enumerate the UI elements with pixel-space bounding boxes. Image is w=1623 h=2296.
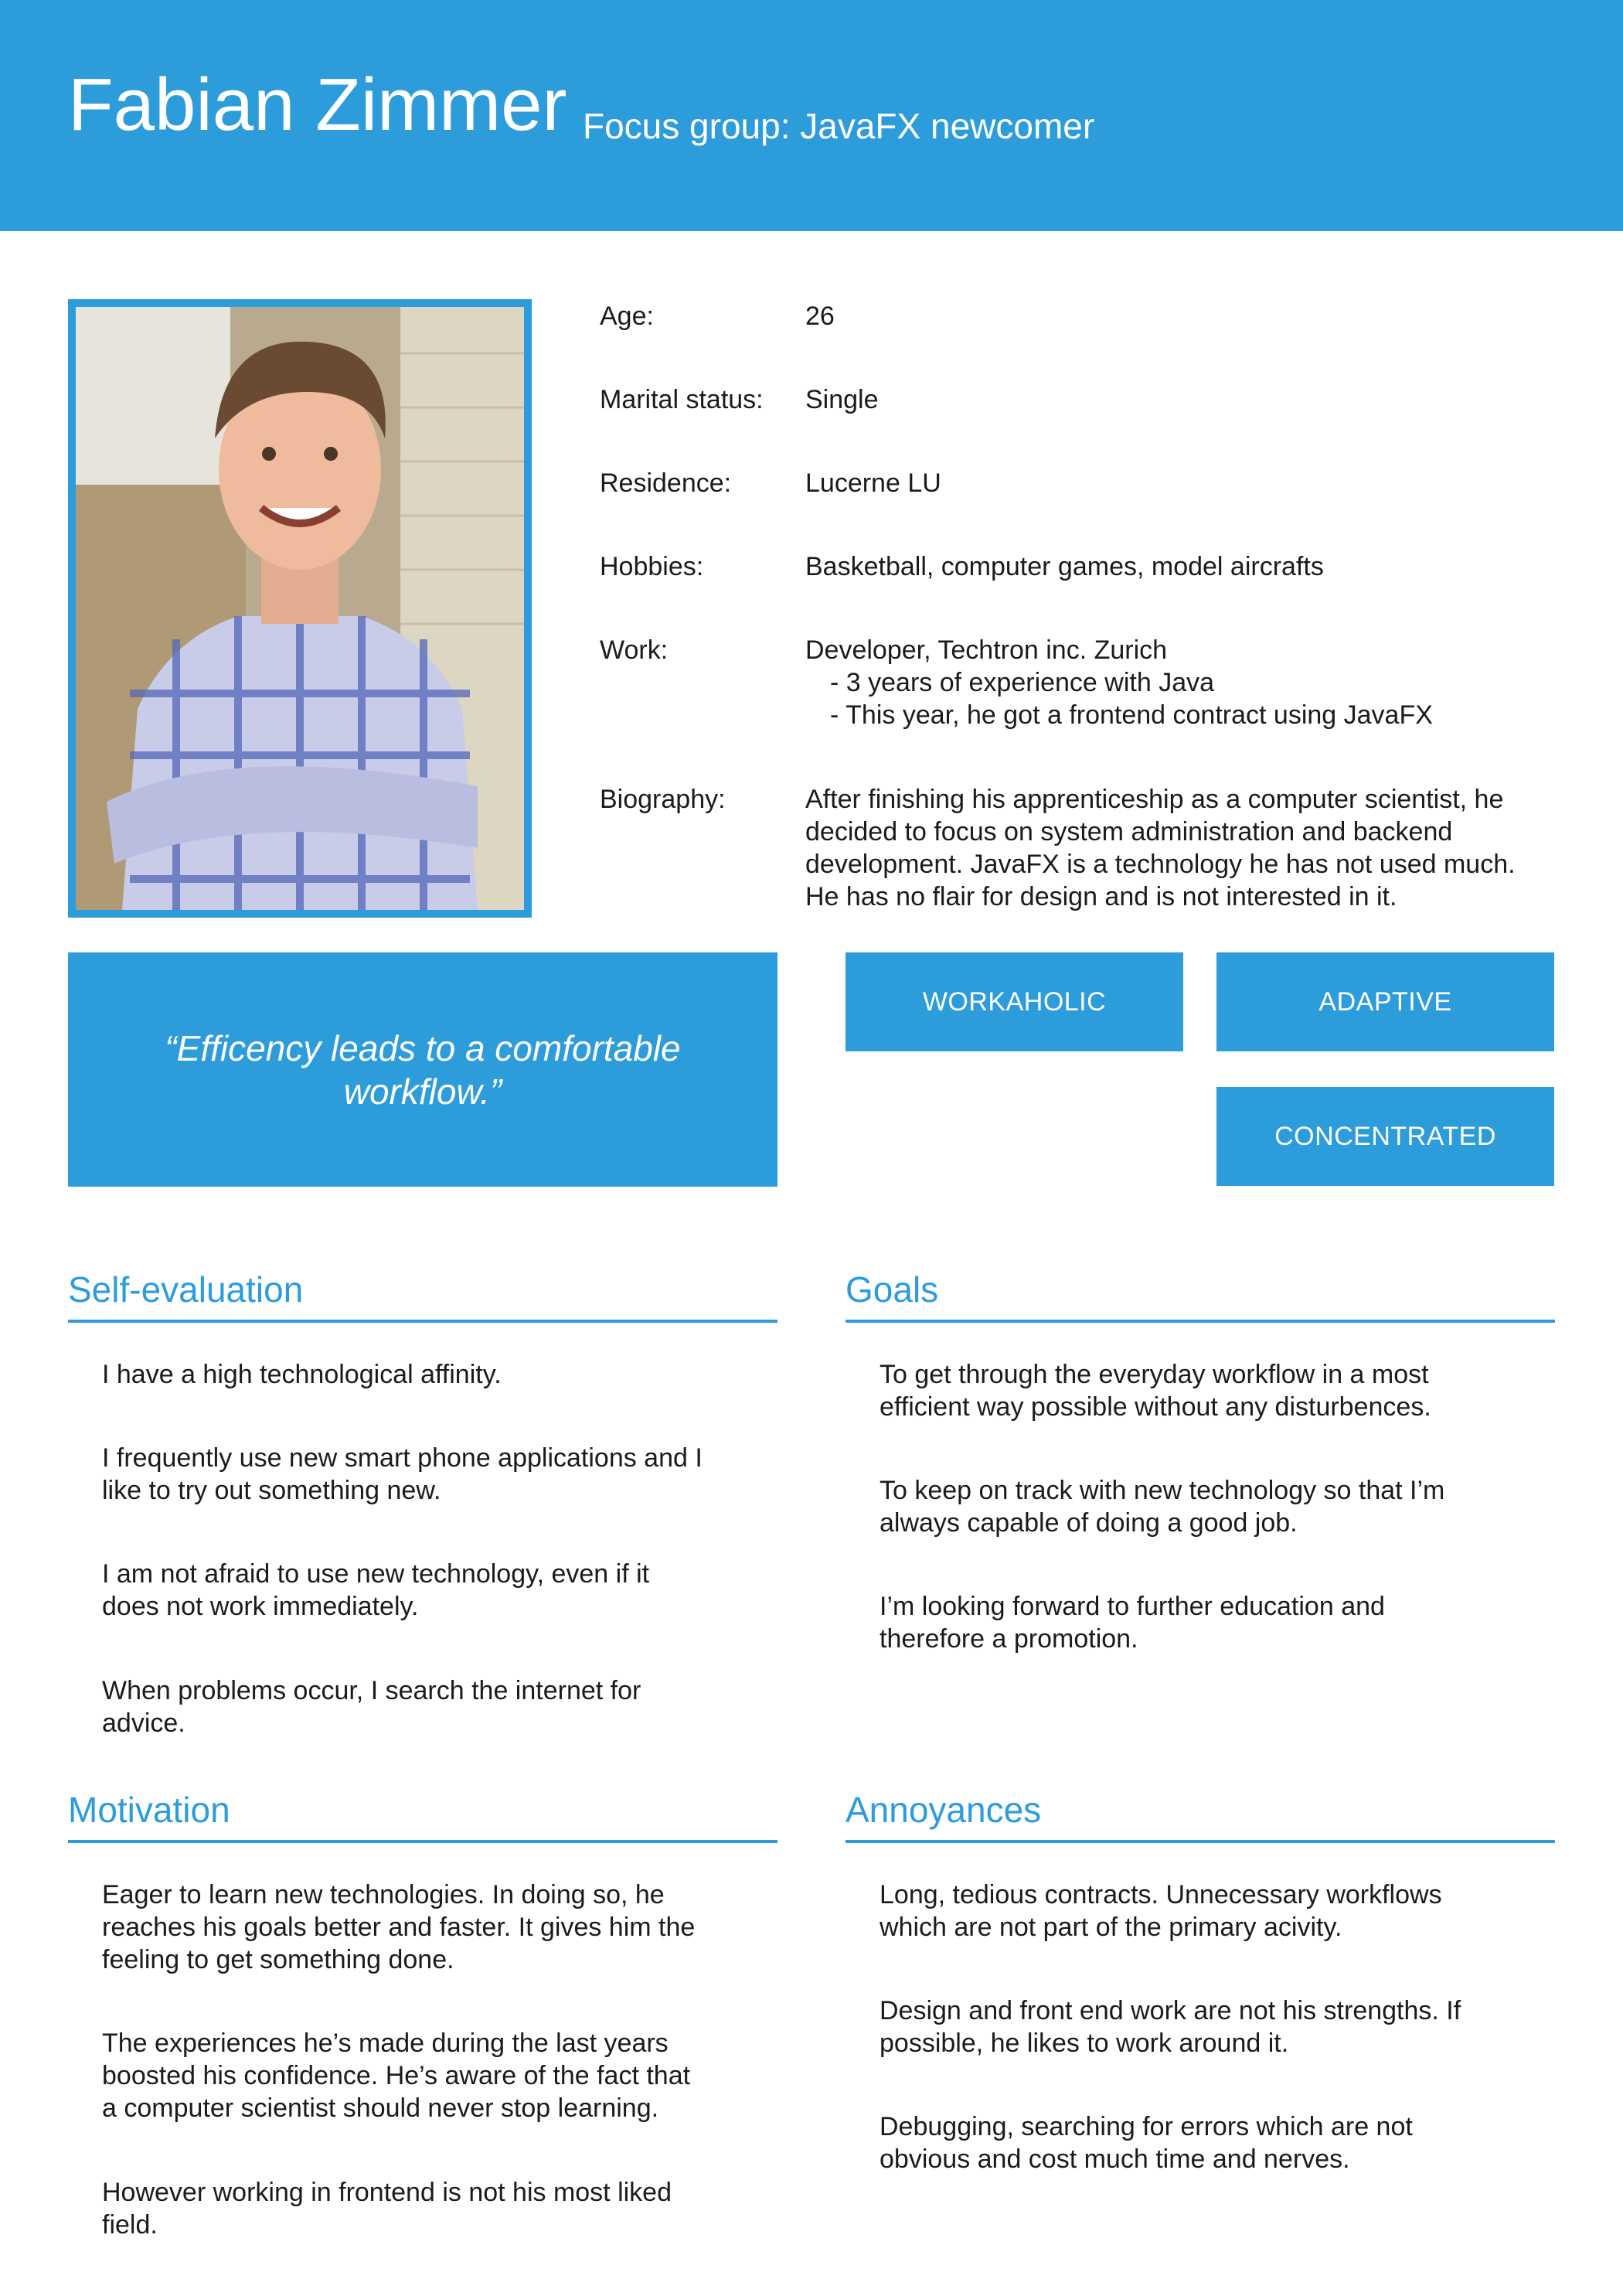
section-title-self-evaluation: Self-evaluation — [68, 1269, 304, 1310]
biography-line: He has no flair for design and is not in… — [805, 882, 1397, 911]
self-evaluation-item: I am not afraid to use new technology, e… — [102, 1559, 650, 1621]
portrait-illustration — [76, 307, 524, 910]
biography-line: development. JavaFX is a technology he h… — [805, 850, 1516, 879]
annoyances-item: Design and front end work are not his st… — [880, 1996, 1461, 2058]
work-line: - This year, he got a frontend contract … — [830, 700, 1433, 730]
work-line: Developer, Techtron inc. Zurich — [805, 635, 1168, 665]
age-label: Age: — [600, 301, 654, 331]
section-divider — [68, 1840, 777, 1843]
biography-line: After finishing his apprenticeship as a … — [805, 785, 1504, 814]
age-value: 26 — [805, 301, 835, 331]
self-evaluation-item: I frequently use new smart phone applica… — [102, 1443, 703, 1505]
section-title-goals: Goals — [846, 1269, 939, 1310]
trait-tag-adaptive: ADAPTIVE — [1216, 952, 1554, 1051]
goals-item: To get through the everyday workflow in … — [880, 1360, 1431, 1422]
hobbies-label: Hobbies: — [600, 552, 704, 581]
trait-tag-concentrated: CONCENTRATED — [1216, 1087, 1554, 1186]
section-divider — [846, 1320, 1555, 1323]
annoyances-item: Long, tedious contracts. Unnecessary wor… — [880, 1880, 1442, 1942]
work-label: Work: — [600, 635, 669, 665]
quote-box: “Efficency leads to a comfortable workfl… — [68, 952, 777, 1187]
self-evaluation-item: When problems occur, I search the intern… — [102, 1676, 641, 1738]
biography-line: decided to focus on system administratio… — [805, 817, 1453, 847]
goals-item: To keep on track with new technology so … — [880, 1476, 1445, 1538]
motivation-item: However working in frontend is not his m… — [102, 2178, 672, 2240]
portrait-photo — [68, 299, 532, 918]
work-line: - 3 years of experience with Java — [830, 668, 1215, 697]
annoyances-item: Debugging, searching for errors which ar… — [880, 2112, 1413, 2174]
self-evaluation-item: I have a high technological affinity. — [102, 1360, 502, 1389]
residence-label: Residence: — [600, 468, 732, 498]
biography-label: Biography: — [600, 785, 726, 814]
section-title-annoyances: Annoyances — [846, 1790, 1042, 1830]
persona-name: Fabian Zimmer — [68, 63, 567, 146]
section-title-motivation: Motivation — [68, 1790, 230, 1830]
goals-item: I’m looking forward to further education… — [880, 1592, 1385, 1654]
section-divider — [846, 1840, 1555, 1843]
focus-group: Focus group: JavaFX newcomer — [583, 106, 1095, 146]
motivation-item: The experiences he’s made during the las… — [102, 2029, 691, 2123]
marital-status-label: Marital status: — [600, 385, 764, 414]
header-banner: Fabian Zimmer Focus group: JavaFX newcom… — [0, 0, 1623, 231]
residence-value: Lucerne LU — [805, 468, 941, 498]
trait-tag-workaholic: WORKAHOLIC — [846, 952, 1183, 1051]
motivation-item: Eager to learn new technologies. In doin… — [102, 1880, 696, 1974]
section-divider — [68, 1320, 777, 1323]
hobbies-value: Basketball, computer games, model aircra… — [805, 552, 1324, 581]
marital-status-value: Single — [805, 385, 879, 414]
quote-text: “Efficency leads to a comfortable workfl… — [165, 1027, 681, 1112]
